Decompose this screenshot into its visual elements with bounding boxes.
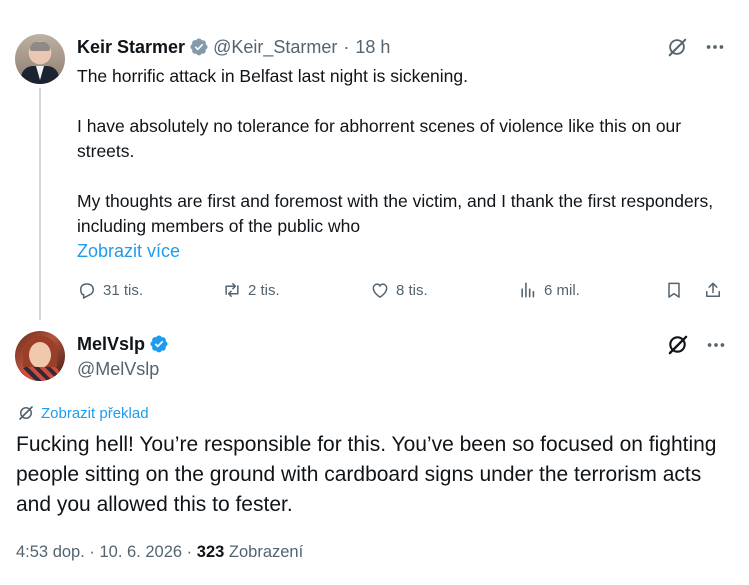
bookmark-button[interactable] — [664, 280, 684, 300]
thread-line — [39, 88, 41, 320]
bookmark-icon — [664, 280, 684, 300]
reply-count: 31 tis. — [103, 281, 144, 299]
avatar-melvslp[interactable] — [15, 331, 65, 381]
verified-badge-icon — [189, 37, 209, 57]
tweet-paragraph: I have absolutely no tolerance for abhor… — [77, 116, 682, 161]
parent-tweet[interactable]: Keir Starmer @Keir_Starmer · 18 h The ho… — [0, 0, 749, 325]
like-icon — [370, 280, 390, 300]
reply-button[interactable]: 31 tis. — [77, 280, 143, 300]
repost-button[interactable]: 2 tis. — [222, 280, 280, 300]
views-count: 6 mil. — [544, 281, 580, 299]
parent-tweet-text: The horrific attack in Belfast last nigh… — [77, 64, 737, 239]
tweet-time[interactable]: 18 h — [355, 36, 390, 58]
views-label: Zobrazení — [228, 543, 304, 561]
views-button[interactable]: 6 mil. — [518, 280, 580, 300]
grok-icon[interactable] — [666, 333, 689, 356]
translate-icon — [17, 404, 35, 422]
reply-tweet-text: Fucking hell! You’re responsible for thi… — [16, 433, 717, 516]
separator-dot: · — [89, 543, 95, 561]
parent-top-actions — [666, 36, 726, 58]
views-count: 323 — [196, 543, 225, 561]
author-handle[interactable]: @MelVslp — [77, 358, 159, 380]
author-name[interactable]: Keir Starmer — [77, 36, 185, 58]
separator-dot: · — [343, 37, 350, 57]
separator-dot: · — [186, 543, 193, 561]
views-icon — [518, 280, 538, 300]
like-count: 8 tis. — [396, 281, 428, 299]
author-handle[interactable]: @Keir_Starmer — [213, 36, 337, 58]
reply-tweet-header: MelVslp — [77, 333, 169, 355]
verified-badge-icon — [149, 334, 169, 354]
translate-label: Zobrazit překlad — [41, 404, 149, 422]
tweet-meta: 4:53 dop. · 10. 6. 2026 · 323 Zobrazení — [16, 541, 303, 563]
translate-link[interactable]: Zobrazit překlad — [17, 404, 149, 422]
more-icon[interactable] — [705, 334, 727, 356]
reply-top-actions — [666, 333, 727, 356]
reply-icon — [77, 280, 97, 300]
tweet-action-bar: 31 tis. 2 tis. 8 tis. 6 mil. — [77, 280, 727, 304]
tweet-paragraph: The horrific attack in Belfast last nigh… — [77, 66, 469, 86]
repost-count: 2 tis. — [248, 281, 280, 299]
show-more-link[interactable]: Zobrazit více — [77, 239, 180, 263]
more-icon[interactable] — [704, 36, 726, 58]
tweet-paragraph: My thoughts are first and foremost with … — [77, 191, 714, 236]
grok-icon[interactable] — [666, 36, 688, 58]
share-button[interactable] — [703, 280, 723, 300]
author-name[interactable]: MelVslp — [77, 333, 145, 355]
avatar-keir-starmer[interactable] — [15, 34, 65, 84]
tweet-date[interactable]: 10. 6. 2026 — [100, 543, 183, 561]
tweet-time[interactable]: 4:53 dop. — [16, 543, 85, 561]
parent-tweet-header: Keir Starmer @Keir_Starmer · 18 h — [77, 36, 390, 58]
repost-icon — [222, 280, 242, 300]
share-icon — [703, 280, 723, 300]
like-button[interactable]: 8 tis. — [370, 280, 428, 300]
